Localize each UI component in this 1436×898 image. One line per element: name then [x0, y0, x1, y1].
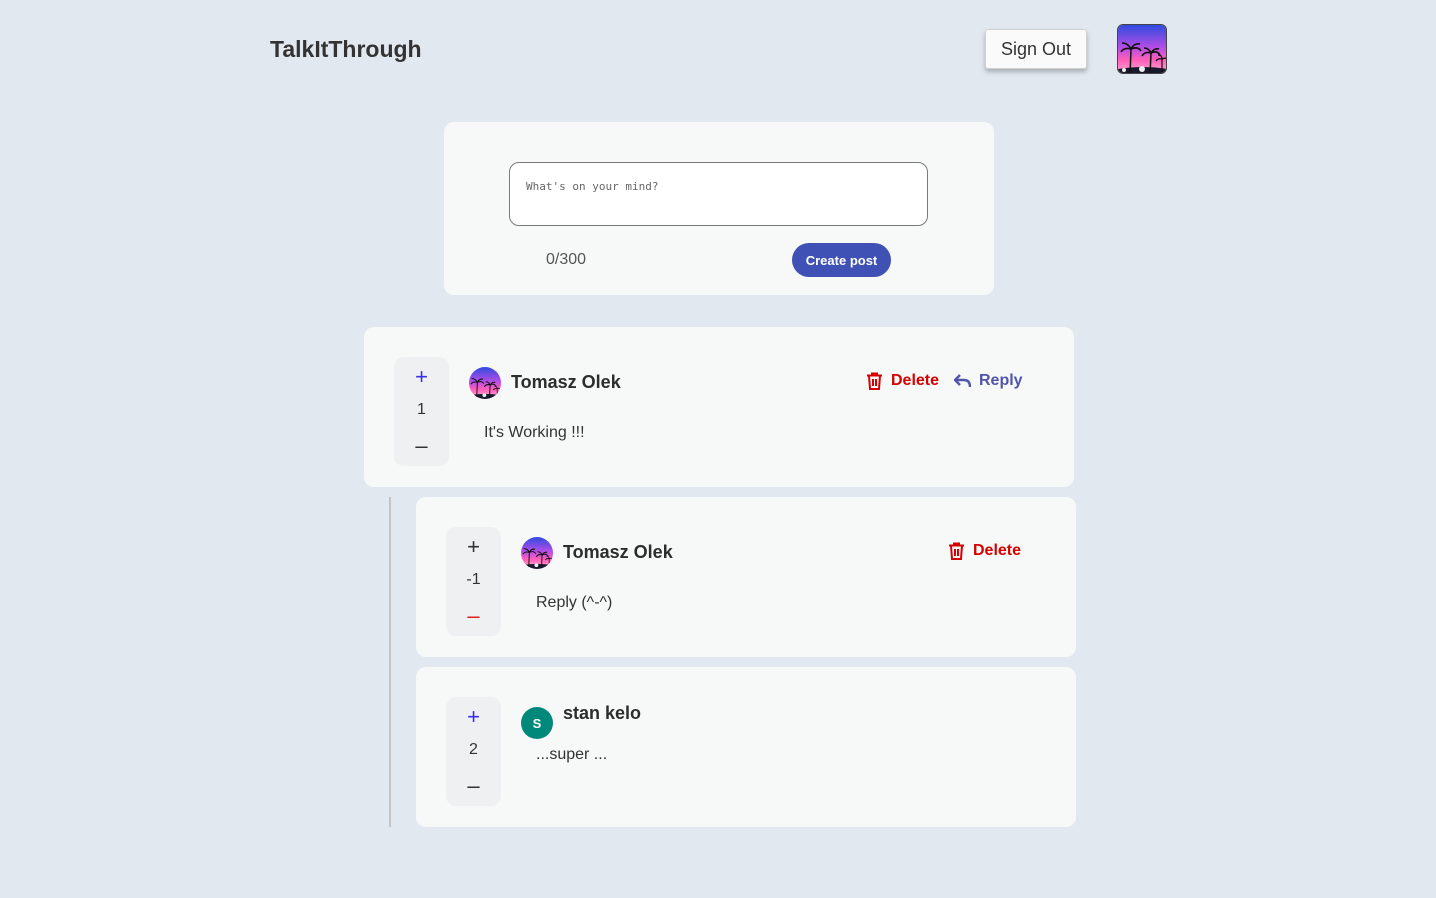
delete-label: Delete	[973, 542, 1022, 559]
author-name: stan kelo	[563, 703, 642, 723]
reply-card: + -1 – Tomasz Olek Delete Reply (^-^)	[416, 497, 1076, 657]
author-avatar	[521, 537, 553, 569]
palm-sunset-avatar-icon	[521, 537, 553, 569]
user-avatar[interactable]	[1117, 24, 1167, 74]
post-text: It's Working !!!	[484, 424, 585, 441]
post-text: ...super ...	[536, 746, 608, 763]
thread-line	[389, 497, 391, 827]
app-title: TalkItThrough	[270, 36, 422, 62]
create-post-button[interactable]: Create post	[792, 243, 891, 277]
downvote-button[interactable]: –	[446, 604, 501, 628]
delete-button[interactable]: Delete	[948, 542, 1021, 560]
vote-control: + 1 –	[394, 357, 449, 466]
reply-card: + 2 – S stan kelo ...super ...	[416, 667, 1076, 827]
delete-button[interactable]: Delete	[866, 372, 939, 390]
profile-photo-icon	[1118, 25, 1167, 74]
upvote-button[interactable]: +	[446, 705, 501, 729]
author-avatar	[469, 367, 501, 399]
post-composer: 0/300 Create post	[444, 122, 994, 295]
post-input[interactable]	[509, 162, 928, 226]
vote-control: + 2 –	[446, 697, 501, 806]
author-avatar: S	[521, 707, 553, 739]
reply-label: Reply	[979, 372, 1023, 389]
downvote-button[interactable]: –	[446, 774, 501, 798]
vote-control: + -1 –	[446, 527, 501, 636]
vote-count: -1	[466, 571, 481, 588]
vote-count: 2	[469, 741, 478, 758]
delete-label: Delete	[891, 372, 940, 389]
sign-out-button[interactable]: Sign Out	[985, 29, 1087, 69]
upvote-button[interactable]: +	[446, 535, 501, 559]
character-counter: 0/300	[546, 251, 587, 268]
trash-icon	[949, 542, 964, 560]
trash-icon	[867, 372, 882, 390]
downvote-button[interactable]: –	[394, 434, 449, 458]
upvote-button[interactable]: +	[394, 365, 449, 389]
author-name: Tomasz Olek	[511, 372, 621, 392]
reply-arrow-icon	[954, 374, 971, 388]
vote-count: 1	[417, 401, 426, 418]
palm-sunset-avatar-icon	[469, 367, 501, 399]
post-card: + 1 – Tomasz Olek Delete Reply It's Work…	[364, 327, 1074, 487]
author-name: Tomasz Olek	[563, 542, 673, 562]
reply-button[interactable]: Reply	[954, 372, 1023, 390]
post-text: Reply (^-^)	[536, 594, 613, 611]
